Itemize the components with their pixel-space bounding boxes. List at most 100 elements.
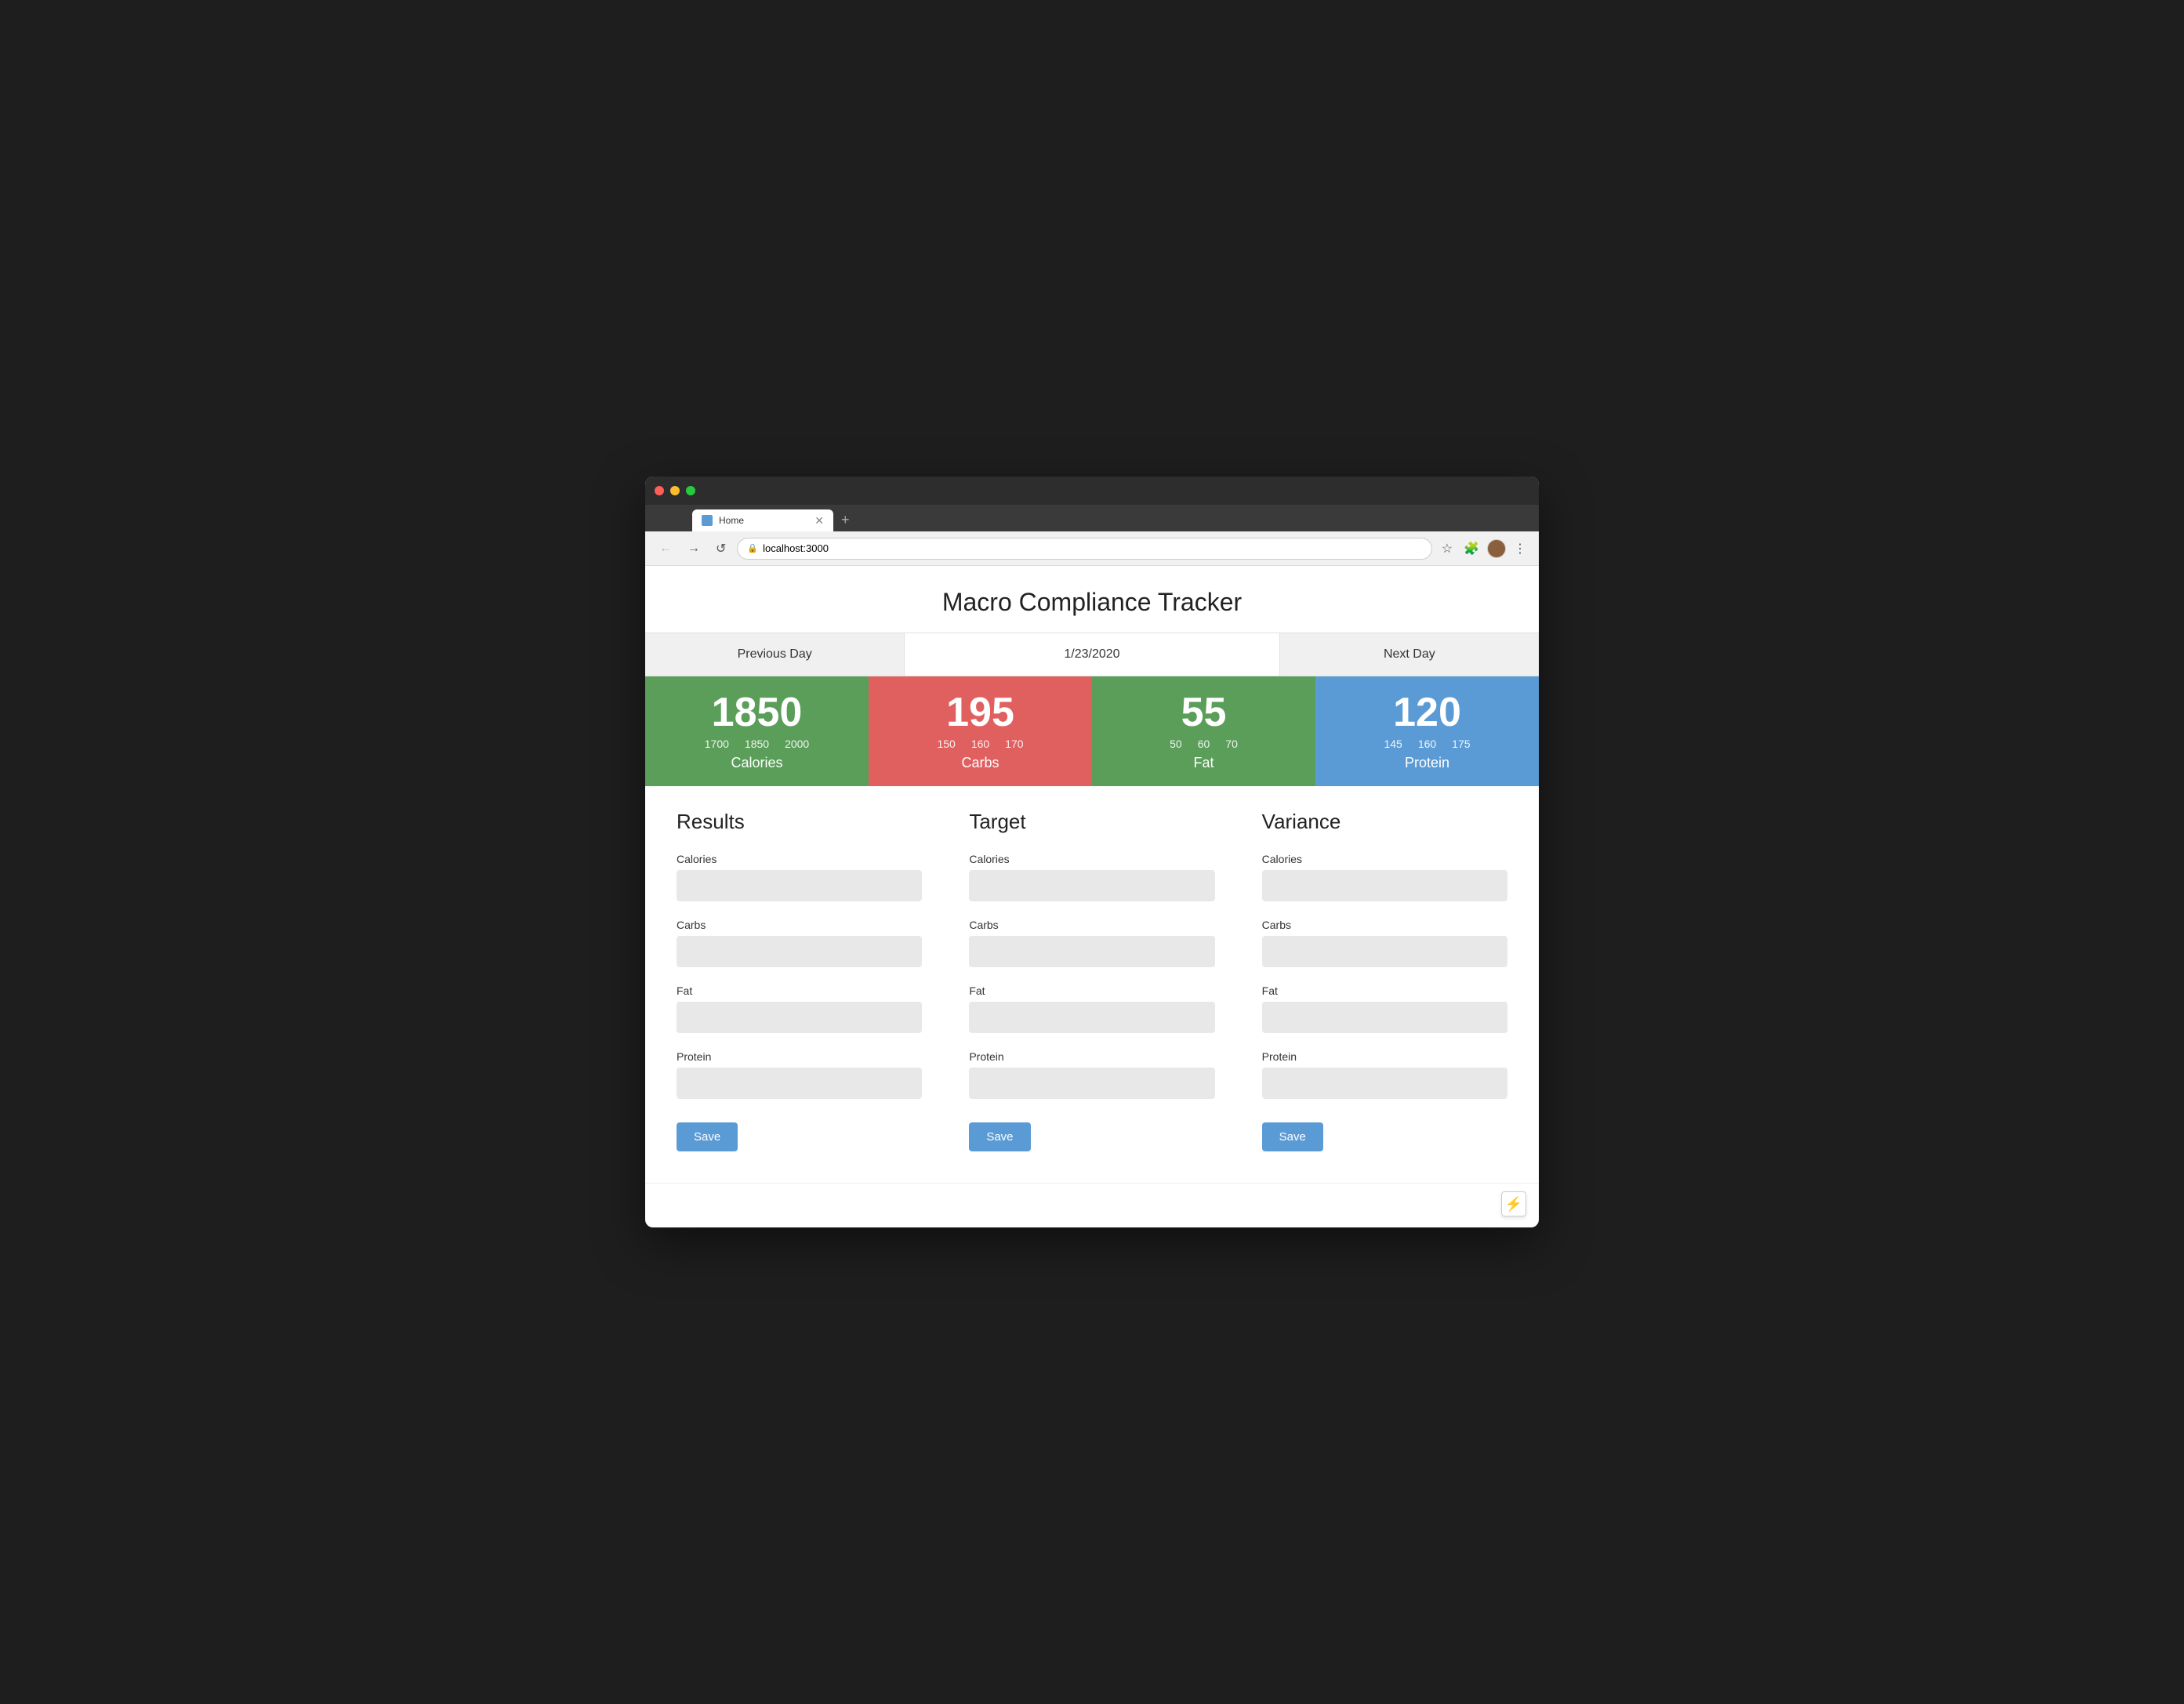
calories-label: Calories bbox=[731, 755, 782, 771]
calories-mid: 1850 bbox=[745, 738, 769, 750]
results-fat-input[interactable] bbox=[677, 1002, 922, 1033]
browser-titlebar bbox=[645, 477, 1539, 505]
page-content: Macro Compliance Tracker Previous Day 1/… bbox=[645, 566, 1539, 1183]
target-carbs-group: Carbs bbox=[969, 919, 1214, 967]
profile-avatar[interactable] bbox=[1487, 539, 1506, 558]
lightning-badge[interactable]: ⚡ bbox=[1501, 1191, 1526, 1216]
target-protein-label: Protein bbox=[969, 1050, 1214, 1063]
results-carbs-group: Carbs bbox=[677, 919, 922, 967]
variance-calories-input[interactable] bbox=[1262, 870, 1507, 901]
results-fat-group: Fat bbox=[677, 984, 922, 1033]
results-protein-label: Protein bbox=[677, 1050, 922, 1063]
results-save-button[interactable]: Save bbox=[677, 1122, 738, 1151]
protein-min: 145 bbox=[1384, 738, 1402, 750]
fat-range: 50 60 70 bbox=[1170, 738, 1238, 750]
tab-close-icon[interactable]: ✕ bbox=[814, 515, 824, 526]
protein-max: 175 bbox=[1452, 738, 1470, 750]
lock-icon: 🔒 bbox=[747, 543, 758, 553]
carbs-range: 150 160 170 bbox=[937, 738, 1023, 750]
results-fat-label: Fat bbox=[677, 984, 922, 997]
target-fat-label: Fat bbox=[969, 984, 1214, 997]
calories-max: 2000 bbox=[785, 738, 809, 750]
results-carbs-label: Carbs bbox=[677, 919, 922, 931]
fat-label: Fat bbox=[1193, 755, 1214, 771]
target-calories-label: Calories bbox=[969, 853, 1214, 865]
next-day-button[interactable]: Next Day bbox=[1280, 633, 1539, 676]
variance-carbs-group: Carbs bbox=[1262, 919, 1507, 967]
page-title: Macro Compliance Tracker bbox=[645, 566, 1539, 633]
results-carbs-input[interactable] bbox=[677, 936, 922, 967]
variance-heading: Variance bbox=[1262, 810, 1507, 834]
browser-toolbar: ← → ↺ 🔒 localhost:3000 ☆ 🧩 ⋮ bbox=[645, 531, 1539, 566]
results-protein-group: Protein bbox=[677, 1050, 922, 1099]
target-fat-input[interactable] bbox=[969, 1002, 1214, 1033]
protein-range: 145 160 175 bbox=[1384, 738, 1470, 750]
variance-fat-input[interactable] bbox=[1262, 1002, 1507, 1033]
browser-window: Home ✕ + ← → ↺ 🔒 localhost:3000 ☆ 🧩 ⋮ Ma… bbox=[645, 477, 1539, 1227]
variance-calories-label: Calories bbox=[1262, 853, 1507, 865]
day-navigation: Previous Day 1/23/2020 Next Day bbox=[645, 633, 1539, 676]
previous-day-button[interactable]: Previous Day bbox=[645, 633, 904, 676]
target-protein-group: Protein bbox=[969, 1050, 1214, 1099]
tab-label: Home bbox=[719, 515, 744, 526]
variance-protein-group: Protein bbox=[1262, 1050, 1507, 1099]
close-button[interactable] bbox=[655, 486, 664, 495]
toolbar-actions: ☆ 🧩 ⋮ bbox=[1438, 538, 1529, 560]
variance-fat-label: Fat bbox=[1262, 984, 1507, 997]
browser-tab-home[interactable]: Home ✕ bbox=[692, 509, 833, 531]
carbs-value: 195 bbox=[946, 692, 1014, 733]
variance-fat-group: Fat bbox=[1262, 984, 1507, 1033]
fat-min: 50 bbox=[1170, 738, 1182, 750]
extensions-button[interactable]: 🧩 bbox=[1460, 538, 1482, 560]
variance-calories-group: Calories bbox=[1262, 853, 1507, 901]
current-date: 1/23/2020 bbox=[904, 633, 1279, 676]
calories-range: 1700 1850 2000 bbox=[705, 738, 809, 750]
target-carbs-input[interactable] bbox=[969, 936, 1214, 967]
target-protein-input[interactable] bbox=[969, 1068, 1214, 1099]
protein-label: Protein bbox=[1405, 755, 1449, 771]
calories-value: 1850 bbox=[712, 692, 803, 733]
results-calories-group: Calories bbox=[677, 853, 922, 901]
carbs-min: 150 bbox=[937, 738, 955, 750]
results-protein-input[interactable] bbox=[677, 1068, 922, 1099]
menu-button[interactable]: ⋮ bbox=[1511, 538, 1529, 560]
variance-carbs-input[interactable] bbox=[1262, 936, 1507, 967]
fat-max: 70 bbox=[1225, 738, 1238, 750]
calories-card: 1850 1700 1850 2000 Calories bbox=[645, 676, 869, 786]
maximize-button[interactable] bbox=[686, 486, 695, 495]
refresh-button[interactable]: ↺ bbox=[711, 538, 731, 560]
browser-tab-bar: Home ✕ + bbox=[645, 505, 1539, 531]
target-carbs-label: Carbs bbox=[969, 919, 1214, 931]
protein-card: 120 145 160 175 Protein bbox=[1315, 676, 1539, 786]
carbs-mid: 160 bbox=[971, 738, 989, 750]
variance-save-button[interactable]: Save bbox=[1262, 1122, 1323, 1151]
variance-carbs-label: Carbs bbox=[1262, 919, 1507, 931]
data-section: Results Calories Carbs Fat Prote bbox=[645, 786, 1539, 1183]
target-save-button[interactable]: Save bbox=[969, 1122, 1030, 1151]
back-button[interactable]: ← bbox=[655, 538, 677, 559]
results-grid: Results Calories Carbs Fat Prote bbox=[677, 810, 1507, 1151]
target-heading: Target bbox=[969, 810, 1214, 834]
address-bar[interactable]: 🔒 localhost:3000 bbox=[737, 538, 1431, 560]
results-heading: Results bbox=[677, 810, 922, 834]
bookmark-button[interactable]: ☆ bbox=[1438, 538, 1456, 560]
address-text: localhost:3000 bbox=[763, 542, 829, 554]
results-column: Results Calories Carbs Fat Prote bbox=[677, 810, 922, 1151]
tab-favicon bbox=[702, 515, 713, 526]
forward-button[interactable]: → bbox=[683, 538, 705, 559]
minimize-button[interactable] bbox=[670, 486, 680, 495]
fat-mid: 60 bbox=[1198, 738, 1210, 750]
fat-card: 55 50 60 70 Fat bbox=[1092, 676, 1315, 786]
calories-min: 1700 bbox=[705, 738, 729, 750]
carbs-max: 170 bbox=[1005, 738, 1023, 750]
fat-value: 55 bbox=[1181, 692, 1227, 733]
target-calories-input[interactable] bbox=[969, 870, 1214, 901]
variance-column: Variance Calories Carbs Fat Prot bbox=[1262, 810, 1507, 1151]
results-calories-label: Calories bbox=[677, 853, 922, 865]
protein-mid: 160 bbox=[1418, 738, 1436, 750]
results-calories-input[interactable] bbox=[677, 870, 922, 901]
target-calories-group: Calories bbox=[969, 853, 1214, 901]
target-column: Target Calories Carbs Fat Protei bbox=[969, 810, 1214, 1151]
new-tab-button[interactable]: + bbox=[833, 512, 858, 528]
variance-protein-input[interactable] bbox=[1262, 1068, 1507, 1099]
